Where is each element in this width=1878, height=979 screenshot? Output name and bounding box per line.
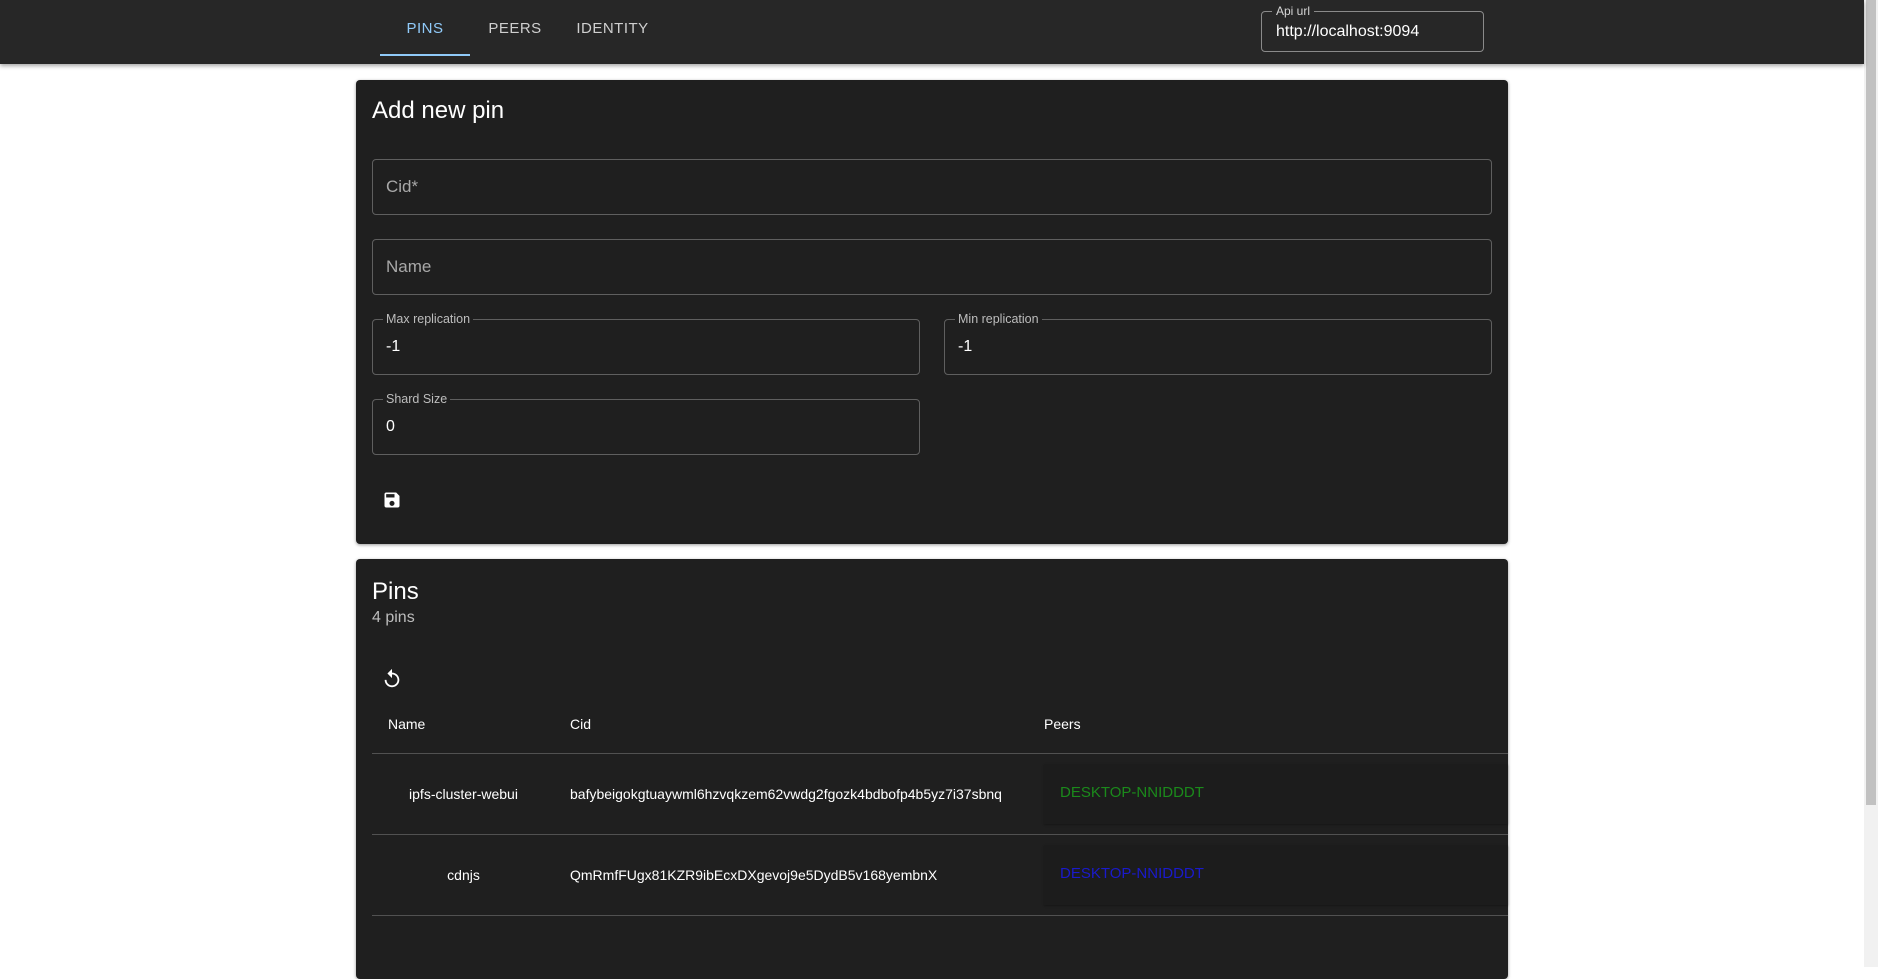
max-replication-field[interactable]: Max replication -1 (372, 312, 920, 375)
add-pin-card: Add new pin Cid* Name Max replication -1… (356, 80, 1508, 544)
pin-cid: bafybeigokgtuaywml6hzvqkzem62vwdg2fgozk4… (570, 786, 1002, 802)
cid-field[interactable]: Cid* (372, 159, 1492, 215)
api-url-label: Api url (1272, 5, 1315, 17)
page-scrollbar[interactable] (1864, 0, 1878, 967)
api-url-field[interactable]: Api url (1261, 5, 1484, 52)
tab-peers[interactable]: PEERS (470, 0, 560, 56)
max-replication-label: Max replication (383, 312, 474, 326)
pin-peer-chip[interactable]: DESKTOP-NNIDDDT (1044, 845, 1508, 905)
add-pin-title: Add new pin (372, 97, 505, 124)
table-row[interactable]: ipfs-cluster-webui bafybeigokgtuaywml6hz… (372, 754, 1508, 835)
shard-size-label: Shard Size (383, 392, 451, 406)
nav-tabs: PINS PEERS IDENTITY (380, 0, 665, 64)
app-bar: PINS PEERS IDENTITY Api url (0, 0, 1864, 64)
pin-name: ipfs-cluster-webui (409, 786, 518, 802)
pins-card: Pins 4 pins Name Cid Peers ipfs-cluster-… (356, 559, 1508, 979)
min-replication-label: Min replication (955, 312, 1042, 326)
tab-pins[interactable]: PINS (380, 0, 470, 56)
pins-count: 4 pins (372, 609, 415, 626)
shard-size-value[interactable]: 0 (386, 418, 395, 436)
refresh-icon (384, 668, 400, 688)
cid-placeholder: Cid* (386, 177, 419, 196)
column-header-peers[interactable]: Peers (1044, 716, 1081, 732)
pin-cid: QmRmfFUgx81KZR9ibEcxDXgevoj9e5DydB5v168y… (570, 867, 938, 883)
table-row[interactable]: cdnjs QmRmfFUgx81KZR9ibEcxDXgevoj9e5DydB… (372, 835, 1508, 916)
api-url-input[interactable] (1274, 22, 1474, 42)
pin-peer-name: DESKTOP-NNIDDDT (1060, 865, 1204, 882)
table-header: Name Cid Peers (372, 694, 1508, 754)
column-header-name[interactable]: Name (388, 716, 425, 732)
name-field[interactable]: Name (372, 239, 1492, 295)
max-replication-value[interactable]: -1 (386, 338, 400, 356)
pin-name: cdnjs (447, 867, 480, 883)
column-header-cid[interactable]: Cid (570, 716, 591, 732)
save-button[interactable] (372, 480, 412, 520)
pins-table: Name Cid Peers ipfs-cluster-webui bafybe… (372, 694, 1508, 916)
pin-peer-chip[interactable]: DESKTOP-NNIDDDT (1044, 764, 1508, 824)
tab-identity[interactable]: IDENTITY (560, 0, 665, 56)
min-replication-value[interactable]: -1 (958, 338, 972, 356)
min-replication-field[interactable]: Min replication -1 (944, 312, 1492, 375)
shard-size-field[interactable]: Shard Size 0 (372, 392, 920, 455)
pins-title: Pins (372, 578, 419, 605)
name-placeholder: Name (386, 257, 432, 276)
refresh-button[interactable] (372, 659, 412, 699)
save-icon (384, 492, 400, 508)
scrollbar-thumb[interactable] (1866, 0, 1876, 805)
pin-peer-name: DESKTOP-NNIDDDT (1060, 784, 1204, 801)
